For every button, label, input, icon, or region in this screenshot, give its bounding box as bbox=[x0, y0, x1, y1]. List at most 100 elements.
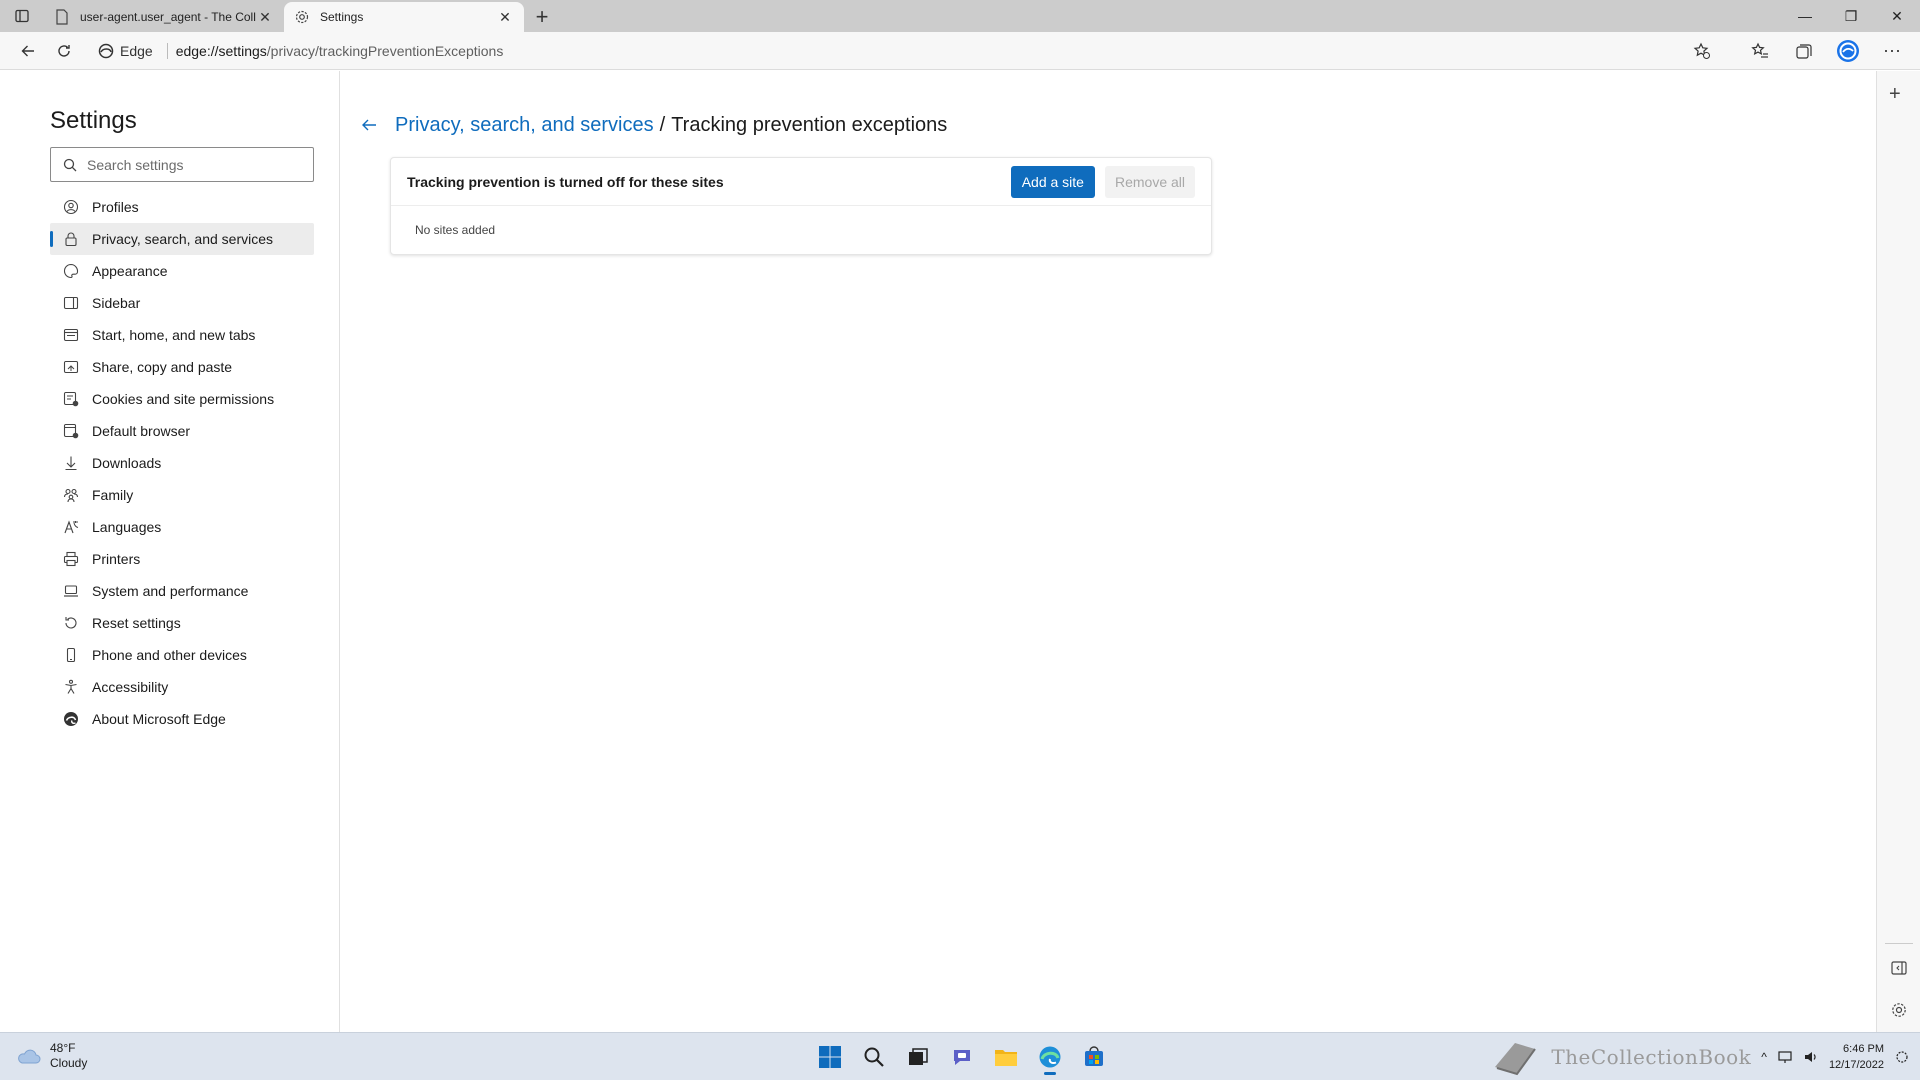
back-arrow-icon bbox=[362, 119, 376, 131]
store-icon bbox=[1085, 1046, 1103, 1066]
sidebar-item-phone[interactable]: Phone and other devices bbox=[50, 639, 314, 671]
sidebar-item-cookies[interactable]: Cookies and site permissions bbox=[50, 383, 314, 415]
sidebar-item-downloads[interactable]: Downloads bbox=[50, 447, 314, 479]
sidebar-item-share[interactable]: Share, copy and paste bbox=[50, 351, 314, 383]
card-heading: Tracking prevention is turned off for th… bbox=[407, 173, 724, 190]
clock-time: 6:46 PM bbox=[1843, 1043, 1884, 1055]
sidebar-item-label: Cookies and site permissions bbox=[92, 391, 275, 407]
favorites-button[interactable] bbox=[1742, 36, 1778, 66]
taskbar-clock[interactable]: 6:46 PM 12/17/2022 bbox=[1829, 1041, 1884, 1073]
sidebar-item-label: Start, home, and new tabs bbox=[92, 327, 256, 343]
weather-condition: Cloudy bbox=[50, 1056, 88, 1070]
weather-widget[interactable]: 48°F Cloudy bbox=[16, 1041, 87, 1071]
remove-all-button[interactable]: Remove all bbox=[1104, 165, 1195, 198]
card-header: Tracking prevention is turned off for th… bbox=[391, 158, 1211, 206]
sidebar-item-label: Family bbox=[92, 487, 134, 503]
favorites-icon bbox=[1751, 42, 1768, 58]
tab-user-agent[interactable]: user-agent.user_agent - The Coll ✕ bbox=[44, 2, 284, 32]
sidebar-item-languages[interactable]: Languages bbox=[50, 511, 314, 543]
sidebar-item-default-browser[interactable]: Default browser bbox=[50, 415, 314, 447]
breadcrumb-back-button[interactable] bbox=[357, 113, 381, 137]
window-controls: — ❐ ✕ bbox=[1782, 0, 1920, 32]
sidebar-settings-button[interactable] bbox=[1890, 1001, 1908, 1024]
sidebar-item-label: Accessibility bbox=[92, 679, 169, 695]
tab-title: user-agent.user_agent - The Coll bbox=[80, 10, 256, 24]
teams-chat-button[interactable] bbox=[944, 1039, 980, 1075]
sidebar-item-printers[interactable]: Printers bbox=[50, 543, 314, 575]
sidebar-item-about[interactable]: About Microsoft Edge bbox=[50, 703, 314, 735]
start-button[interactable] bbox=[812, 1039, 848, 1075]
collections-button[interactable] bbox=[1786, 36, 1822, 66]
hide-sidebar-button[interactable] bbox=[1890, 959, 1908, 982]
new-tab-button[interactable]: + bbox=[524, 2, 560, 32]
breadcrumb-separator: / bbox=[659, 113, 666, 136]
edge-taskbar-button[interactable] bbox=[1032, 1039, 1068, 1075]
close-icon[interactable]: ✕ bbox=[496, 8, 514, 26]
appearance-icon bbox=[63, 263, 79, 279]
volume-icon[interactable] bbox=[1803, 1049, 1819, 1065]
restore-button[interactable]: ❐ bbox=[1828, 0, 1874, 32]
network-icon[interactable] bbox=[1777, 1049, 1793, 1065]
sidebar-item-family[interactable]: Family bbox=[50, 479, 314, 511]
sidebar-item-reset[interactable]: Reset settings bbox=[50, 607, 314, 639]
tab-settings[interactable]: Settings ✕ bbox=[284, 2, 524, 32]
address-separator bbox=[166, 42, 168, 59]
breadcrumb-parent-link[interactable]: Privacy, search, and services bbox=[395, 114, 654, 137]
settings-nav-list: Profiles Privacy, search, and services A… bbox=[50, 191, 314, 735]
search-box[interactable] bbox=[50, 147, 314, 182]
store-button[interactable] bbox=[1076, 1039, 1112, 1075]
sidebar-item-label: Appearance bbox=[92, 263, 168, 279]
breadcrumb: Privacy, search, and services / Tracking… bbox=[357, 113, 947, 137]
page-title: Tracking prevention exceptions bbox=[671, 113, 948, 136]
close-window-button[interactable]: ✕ bbox=[1874, 0, 1920, 32]
sidebar-item-start-home[interactable]: Start, home, and new tabs bbox=[50, 319, 314, 351]
weather-text: 48°F Cloudy bbox=[50, 1041, 87, 1071]
family-icon bbox=[63, 487, 79, 503]
sidebar-item-label: Share, copy and paste bbox=[92, 359, 233, 375]
tab-strip: user-agent.user_agent - The Coll ✕ Setti… bbox=[0, 0, 1920, 32]
url-host: edge://settings bbox=[175, 42, 267, 59]
lock-icon bbox=[63, 231, 79, 247]
add-sidebar-app-button[interactable]: + bbox=[1889, 83, 1901, 106]
task-view-button[interactable] bbox=[900, 1039, 936, 1075]
sidebar-item-label: Privacy, search, and services bbox=[92, 231, 274, 247]
url-path: /privacy/trackingPreventionExceptions bbox=[266, 42, 504, 59]
more-options-button[interactable]: ··· bbox=[1874, 36, 1910, 66]
sidebar-item-system[interactable]: System and performance bbox=[50, 575, 314, 607]
sidebar-item-appearance[interactable]: Appearance bbox=[50, 255, 314, 287]
hide-sidebar-icon bbox=[1891, 961, 1907, 975]
sidebar-item-privacy[interactable]: Privacy, search, and services bbox=[50, 223, 314, 255]
sidebar-item-label: Default browser bbox=[92, 423, 191, 439]
sidebar-item-accessibility[interactable]: Accessibility bbox=[50, 671, 314, 703]
minimize-button[interactable]: — bbox=[1782, 0, 1828, 32]
tab-title: Settings bbox=[320, 10, 364, 24]
star-add-icon bbox=[1693, 42, 1710, 59]
toolbar-right: ··· bbox=[1684, 36, 1920, 66]
close-icon[interactable]: ✕ bbox=[256, 8, 274, 26]
windows-taskbar: 48°F Cloudy TheCollectionBook ^ 6:46 PM … bbox=[0, 1032, 1920, 1080]
add-favorite-button[interactable] bbox=[1684, 36, 1720, 66]
chevron-up-icon[interactable]: ^ bbox=[1761, 1050, 1767, 1064]
cookies-icon bbox=[63, 391, 79, 407]
notification-icon[interactable] bbox=[1894, 1049, 1910, 1065]
gear-icon bbox=[294, 9, 310, 25]
collections-icon bbox=[1796, 43, 1812, 59]
printer-icon bbox=[63, 551, 79, 567]
sidebar-item-sidebar[interactable]: Sidebar bbox=[50, 287, 314, 319]
sidebar-item-label: Sidebar bbox=[92, 295, 141, 311]
file-explorer-button[interactable] bbox=[988, 1039, 1024, 1075]
profile-button[interactable] bbox=[1830, 36, 1866, 66]
add-site-button[interactable]: Add a site bbox=[1010, 165, 1095, 198]
phone-icon bbox=[63, 647, 79, 663]
tab-actions-button[interactable] bbox=[0, 0, 44, 32]
back-button[interactable] bbox=[10, 36, 46, 66]
address-bar[interactable]: Edge edge://settings/privacy/trackingPre… bbox=[88, 36, 1678, 66]
sidebar-item-profiles[interactable]: Profiles bbox=[50, 191, 314, 223]
search-input[interactable] bbox=[87, 156, 307, 173]
edge-label: Edge bbox=[120, 42, 153, 59]
share-icon bbox=[63, 359, 79, 375]
edge-chip[interactable]: Edge bbox=[88, 43, 163, 59]
taskbar-search-button[interactable] bbox=[856, 1039, 892, 1075]
weather-temperature: 48°F bbox=[50, 1041, 76, 1055]
refresh-button[interactable] bbox=[46, 36, 82, 66]
